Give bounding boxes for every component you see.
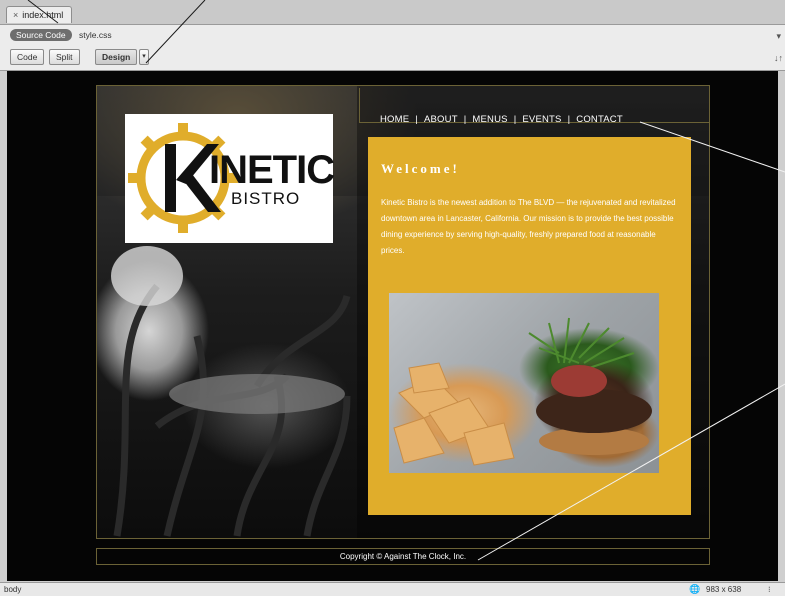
split-view-button[interactable]: Split — [49, 49, 80, 65]
nav-link-home[interactable]: HOME — [380, 114, 409, 125]
site-navigation: HOME | ABOUT | MENUS | EVENTS | CONTACT — [359, 88, 709, 125]
welcome-heading: Welcome! — [381, 161, 460, 176]
document-toolbar: Source Code style.css Code Split Design … — [0, 25, 785, 71]
welcome-paragraph: Kinetic Bistro is the newest addition to… — [381, 198, 676, 255]
nav-link-menus[interactable]: MENUS — [472, 114, 507, 125]
welcome-content-box: Welcome! Kinetic Bistro is the newest ad… — [368, 137, 691, 515]
nav-link-events[interactable]: EVENTS — [522, 114, 561, 125]
document-tab-bar: × index.html — [0, 0, 785, 25]
design-view[interactable]: HOME | ABOUT | MENUS | EVENTS | CONTACT — [7, 71, 778, 581]
status-bar: body 🌐 983 x 638 ⁝ — [0, 582, 785, 596]
design-view-button[interactable]: Design — [95, 49, 138, 65]
sort-icon[interactable]: ↓↑ — [774, 53, 783, 63]
kinetic-bistro-logo[interactable]: INETIC BISTRO — [125, 114, 335, 243]
nav-separator: | — [567, 114, 571, 125]
nav-separator: | — [513, 114, 517, 125]
source-code-button[interactable]: Source Code — [10, 29, 72, 41]
globe-icon[interactable]: 🌐 — [689, 583, 700, 596]
hero-background: HOME | ABOUT | MENUS | EVENTS | CONTACT — [96, 85, 710, 539]
logo-wordmark: INETIC — [209, 148, 335, 192]
burger-photo — [389, 293, 659, 473]
related-file-style-css[interactable]: style.css — [79, 29, 112, 41]
page-footer: Copyright © Against The Clock, Inc. — [96, 548, 710, 565]
status-menu-icon[interactable]: ⁝ — [768, 583, 771, 596]
nav-link-contact[interactable]: CONTACT — [576, 114, 623, 125]
nav-separator: | — [463, 114, 467, 125]
close-tab-icon[interactable]: × — [13, 7, 18, 23]
document-tab[interactable]: × index.html — [6, 6, 73, 23]
tag-selector-body[interactable]: body — [4, 583, 21, 596]
window-size-readout[interactable]: 983 x 638 — [706, 583, 741, 596]
filter-icon[interactable]: ▾ — [776, 31, 781, 42]
view-options-dropdown[interactable]: ▾ — [139, 49, 149, 65]
nav-link-about[interactable]: ABOUT — [424, 114, 458, 125]
document-tab-label: index.html — [22, 10, 64, 20]
code-view-button[interactable]: Code — [10, 49, 45, 65]
logo-subtitle: BISTRO — [231, 189, 301, 208]
nav-separator: | — [415, 114, 418, 125]
